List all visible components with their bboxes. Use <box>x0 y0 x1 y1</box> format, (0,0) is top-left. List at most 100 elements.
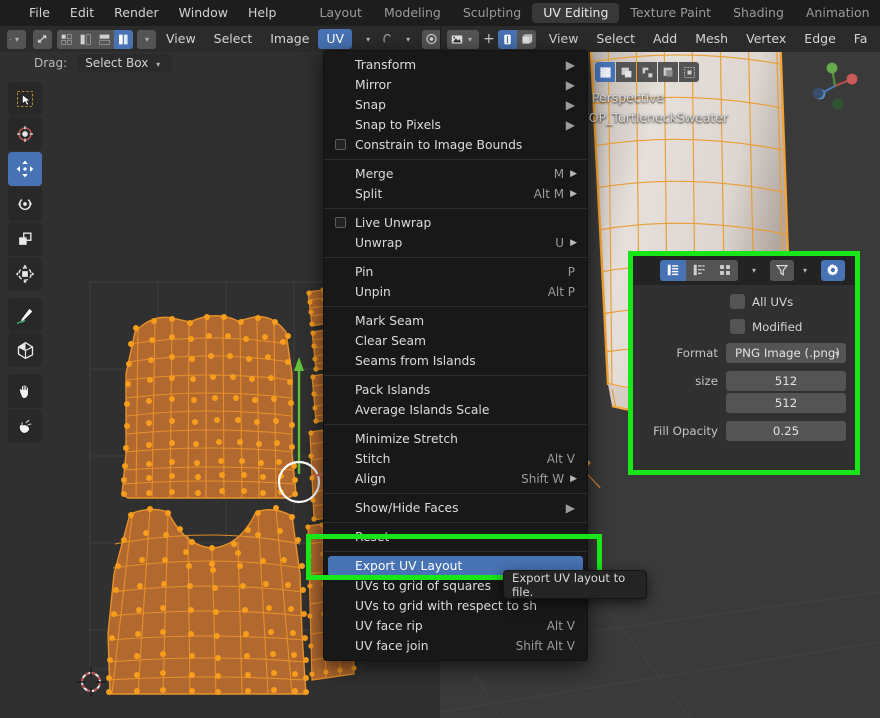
menu-item-align[interactable]: Align Shift W ▶ <box>324 469 587 489</box>
tool-annotate[interactable] <box>8 298 42 332</box>
modified-row[interactable]: Modified <box>730 318 846 335</box>
filter-toggle-button[interactable] <box>770 260 794 281</box>
menu-item-constrain-to-image-bounds[interactable]: Constrain to Image Bounds <box>324 135 587 155</box>
viewport-select-invert[interactable] <box>658 62 678 82</box>
menu-item-pack-islands[interactable]: Pack Islands <box>324 380 587 400</box>
menu-item-label: Snap <box>355 98 386 112</box>
view3d-menu-edge[interactable]: Edge <box>795 26 844 52</box>
menu-item-mirror[interactable]: Mirror ▶ <box>324 75 587 95</box>
view3d-menu-view[interactable]: View <box>540 26 588 52</box>
uv-sticky-selection-button[interactable]: ▾ <box>137 30 156 49</box>
uv-editor-type-button[interactable]: ▾ <box>7 30 26 49</box>
size-width-field[interactable]: 512 <box>726 371 846 391</box>
tool-scale[interactable] <box>8 222 42 256</box>
uv-menu-image[interactable]: Image <box>261 26 318 52</box>
menu-item-mark-seam[interactable]: Mark Seam <box>324 311 587 331</box>
menu-file[interactable]: File <box>19 0 60 26</box>
modified-checkbox[interactable] <box>730 319 745 334</box>
menu-edit[interactable]: Edit <box>60 0 104 26</box>
view3d-menu-add[interactable]: Add <box>644 26 686 52</box>
add-icon[interactable]: + <box>480 31 498 47</box>
menu-item-minimize-stretch[interactable]: Minimize Stretch <box>324 429 587 449</box>
viewport-select-intersect[interactable] <box>679 62 699 82</box>
tool-relax[interactable] <box>8 409 42 443</box>
workspace-tab-texture-paint[interactable]: Texture Paint <box>619 3 722 23</box>
display-mode-vertical-list[interactable] <box>660 260 686 281</box>
checkbox-icon[interactable] <box>335 217 346 228</box>
tool-rotate[interactable] <box>8 187 42 221</box>
workspace-tab-animation[interactable]: Animation <box>795 3 880 23</box>
display-mode-horizontal-list[interactable] <box>686 260 712 281</box>
menu-item-pin[interactable]: Pin P <box>324 262 587 282</box>
menu-render[interactable]: Render <box>104 0 169 26</box>
view3d-mode-object[interactable] <box>517 30 536 49</box>
menu-item-reset[interactable]: Reset <box>324 527 587 547</box>
uv-menu-uv[interactable]: UV <box>318 29 352 49</box>
tool-move[interactable] <box>8 152 42 186</box>
display-mode-thumbnails[interactable] <box>712 260 738 281</box>
workspace-tab-uv-editing[interactable]: UV Editing <box>532 3 619 23</box>
menu-item-merge[interactable]: Merge M ▶ <box>324 164 587 184</box>
uv-sync-selection-button[interactable] <box>33 30 52 49</box>
view3d-mode-edit[interactable] <box>498 30 517 49</box>
snap-magnet-button[interactable] <box>378 30 397 49</box>
pivot-point-button[interactable]: ▾ <box>358 30 377 49</box>
uv-menu-select[interactable]: Select <box>205 26 262 52</box>
menu-item-transform[interactable]: Transform ▶ <box>324 55 587 75</box>
tool-tweak[interactable] <box>8 82 42 116</box>
menu-item-unpin[interactable]: Unpin Alt P <box>324 282 587 302</box>
chevron-down-icon: ▾ <box>141 35 153 44</box>
drag-mode-dropdown[interactable]: Select Box ▾ <box>77 54 172 72</box>
menu-item-live-unwrap[interactable]: Live Unwrap <box>324 213 587 233</box>
menu-item-uvs-to-grid-with-respect-to-shape[interactable]: UVs to grid with respect to sh <box>324 596 587 616</box>
menu-item-snap[interactable]: Snap ▶ <box>324 95 587 115</box>
select-invert-icon <box>662 66 675 79</box>
view3d-menu-select[interactable]: Select <box>587 26 644 52</box>
tool-cursor[interactable] <box>8 117 42 151</box>
uv-select-mode-island[interactable] <box>114 30 133 49</box>
export-settings-button[interactable] <box>821 260 845 281</box>
menu-item-uv-face-join[interactable]: UV face join Shift Alt V <box>324 636 587 656</box>
filter-options-dropdown[interactable]: ▾ <box>795 261 815 280</box>
proportional-editing-button[interactable] <box>422 30 441 49</box>
tool-rip-region[interactable] <box>8 333 42 367</box>
menu-item-clear-seam[interactable]: Clear Seam <box>324 331 587 351</box>
tool-grab[interactable] <box>8 374 42 408</box>
uv-select-mode-edge[interactable] <box>76 30 95 49</box>
snap-to-button[interactable]: ▾ <box>398 30 417 49</box>
menu-item-stitch[interactable]: Stitch Alt V <box>324 449 587 469</box>
menu-item-split[interactable]: Split Alt M ▶ <box>324 184 587 204</box>
menu-item-unwrap[interactable]: Unwrap U ▶ <box>324 233 587 253</box>
checkbox-icon[interactable] <box>335 139 346 150</box>
menu-item-snap-to-pixels[interactable]: Snap to Pixels ▶ <box>324 115 587 135</box>
viewport-select-extend[interactable] <box>616 62 636 82</box>
workspace-tab-modeling[interactable]: Modeling <box>373 3 452 23</box>
menu-item-show-hide-faces[interactable]: Show/Hide Faces ▶ <box>324 498 587 518</box>
menu-item-average-islands-scale[interactable]: Average Islands Scale <box>324 400 587 420</box>
workspace-tab-layout[interactable]: Layout <box>308 3 373 23</box>
export-uv-layout-panel[interactable]: ▾ ▾ All UVs <box>632 255 856 471</box>
viewport-select-box[interactable] <box>595 62 615 82</box>
viewport-select-subtract[interactable] <box>637 62 657 82</box>
size-height-field[interactable]: 512 <box>726 393 846 413</box>
gear-icon <box>826 263 840 277</box>
uv-menu-view[interactable]: View <box>157 26 205 52</box>
view3d-menu-face[interactable]: Fa <box>845 26 877 52</box>
tool-transform[interactable] <box>8 257 42 291</box>
view3d-menu-mesh[interactable]: Mesh <box>686 26 737 52</box>
menu-help[interactable]: Help <box>238 0 287 26</box>
all-uvs-row[interactable]: All UVs <box>730 293 846 310</box>
display-options-dropdown[interactable]: ▾ <box>744 261 764 280</box>
workspace-tab-shading[interactable]: Shading <box>722 3 795 23</box>
menu-item-seams-from-islands[interactable]: Seams from Islands <box>324 351 587 371</box>
image-browse-button[interactable]: ▾ <box>447 30 479 49</box>
menu-item-uv-face-rip[interactable]: UV face rip Alt V <box>324 616 587 636</box>
format-dropdown[interactable]: PNG Image (.png) ▾ <box>726 343 846 363</box>
uv-select-mode-vertex[interactable] <box>57 30 76 49</box>
fill-opacity-field[interactable]: 0.25 <box>726 421 846 441</box>
all-uvs-checkbox[interactable] <box>730 294 745 309</box>
workspace-tab-sculpting[interactable]: Sculpting <box>452 3 532 23</box>
uv-select-mode-face[interactable] <box>95 30 114 49</box>
view3d-menu-vertex[interactable]: Vertex <box>737 26 795 52</box>
menu-window[interactable]: Window <box>169 0 238 26</box>
